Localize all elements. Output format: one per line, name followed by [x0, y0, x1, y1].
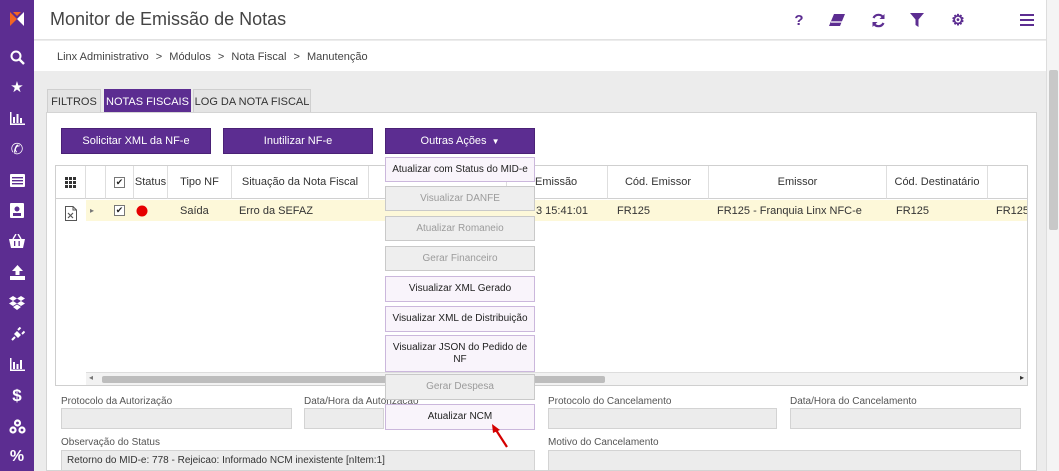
- cell-situacao: Erro da SEFAZ: [239, 204, 313, 217]
- basket-icon[interactable]: [0, 230, 34, 252]
- row-checkbox[interactable]: ✔: [114, 205, 125, 216]
- list-icon[interactable]: [0, 169, 34, 191]
- caret-down-icon: ▼: [491, 136, 500, 146]
- breadcrumb-item[interactable]: Linx Administrativo: [57, 51, 149, 63]
- notas-grid: ✔ Status Tipo NF Situação da Nota Fiscal…: [55, 165, 1028, 386]
- plug-icon[interactable]: [0, 323, 34, 345]
- protocolo-cancelamento-field[interactable]: [548, 408, 777, 429]
- scroll-right-icon[interactable]: ▸: [1020, 373, 1024, 382]
- left-nav-rail: ★ ✆ $ %: [0, 0, 34, 471]
- column-header-cod-destinatario[interactable]: Cód. Destinatário: [887, 166, 988, 199]
- protocolo-autorizacao-label: Protocolo da Autorização: [61, 396, 173, 407]
- upload-icon[interactable]: [0, 261, 34, 283]
- menu-item-atualizar-ncm[interactable]: Atualizar NCM: [385, 404, 535, 430]
- column-header-tipo-nf[interactable]: Tipo NF: [168, 166, 232, 199]
- data-autorizacao-field[interactable]: [304, 408, 384, 429]
- outras-acoes-label: Outras Ações: [420, 135, 487, 147]
- grid-horizontal-scrollbar[interactable]: ◂ ▸: [86, 372, 1027, 385]
- percent-icon[interactable]: %: [0, 446, 34, 468]
- cell-cod-emissor: FR125: [617, 204, 651, 217]
- page-title: Monitor de Emissão de Notas: [50, 9, 287, 29]
- chart-icon[interactable]: [0, 353, 34, 375]
- dollar-icon[interactable]: $: [0, 384, 34, 406]
- row-select-cell: ✔: [114, 200, 125, 221]
- breadcrumb: Linx Administrativo > Módulos > Nota Fis…: [34, 41, 1046, 71]
- gear-icon[interactable]: ⚙: [945, 8, 971, 32]
- star-icon[interactable]: ★: [0, 76, 34, 98]
- hamburger-menu-icon[interactable]: [1014, 8, 1040, 32]
- contact-card-icon[interactable]: [0, 199, 34, 221]
- breadcrumb-separator: >: [217, 51, 225, 63]
- menu-item-atualizar-status[interactable]: Atualizar com Status do MID-e: [385, 157, 535, 182]
- refresh-icon[interactable]: [865, 8, 891, 32]
- search-icon[interactable]: [0, 46, 34, 68]
- select-all-checkbox[interactable]: ✔: [114, 176, 125, 188]
- menu-item-visualizar-xml-gerado[interactable]: Visualizar XML Gerado: [385, 276, 535, 302]
- protocolo-autorizacao-field[interactable]: [61, 408, 292, 429]
- eraser-icon[interactable]: [824, 8, 850, 32]
- pointer-arrow-icon: [492, 424, 508, 448]
- logo-icon[interactable]: [0, 6, 34, 32]
- outras-acoes-button[interactable]: Outras Ações ▼: [385, 128, 535, 154]
- page-header: Monitor de Emissão de Notas ? ⚙: [34, 0, 1046, 40]
- breadcrumb-item[interactable]: Módulos: [169, 51, 211, 63]
- app-window: ★ ✆ $ % Monitor de Emissão de Notas ? ⚙ …: [0, 0, 1059, 471]
- cell-tipo-nf: Saída: [180, 204, 209, 217]
- tab-notas-fiscais[interactable]: NOTAS FISCAIS: [104, 89, 191, 113]
- dropbox-icon[interactable]: [0, 292, 34, 314]
- help-icon[interactable]: ?: [786, 8, 812, 32]
- scroll-left-icon[interactable]: ◂: [89, 373, 93, 382]
- select-all-header: ✔: [106, 166, 134, 199]
- menu-item-gerar-financeiro[interactable]: Gerar Financeiro: [385, 246, 535, 271]
- page-scrollbar[interactable]: [1046, 0, 1059, 471]
- observacao-status-label: Observação do Status: [61, 437, 160, 448]
- bar-chart-icon[interactable]: [0, 107, 34, 129]
- breadcrumb-item[interactable]: Manutenção: [307, 51, 368, 63]
- column-header-situacao[interactable]: Situação da Nota Fiscal: [232, 166, 369, 199]
- menu-item-atualizar-romaneio[interactable]: Atualizar Romaneio: [385, 216, 535, 241]
- breadcrumb-separator: >: [293, 51, 300, 63]
- protocolo-cancelamento-label: Protocolo do Cancelamento: [548, 396, 672, 407]
- data-cancelamento-field[interactable]: [790, 408, 1021, 429]
- menu-item-visualizar-json-pedido[interactable]: Visualizar JSON do Pedido de NF: [385, 335, 535, 372]
- cell-next-column: FR125 -: [996, 204, 1028, 217]
- cell-cod-destinatario: FR125: [896, 204, 930, 217]
- expand-column-header: [86, 166, 106, 199]
- inutilizar-nfe-button[interactable]: Inutilizar NF-e: [223, 128, 373, 154]
- status-dot-icon: [136, 200, 148, 221]
- column-header-cod-emissor[interactable]: Cód. Emissor: [608, 166, 709, 199]
- tab-log-nota-fiscal[interactable]: LOG DA NOTA FISCAL: [193, 89, 311, 113]
- breadcrumb-separator: >: [155, 51, 163, 63]
- column-header-emissor[interactable]: Emissor: [709, 166, 887, 199]
- menu-item-gerar-despesa[interactable]: Gerar Despesa: [385, 374, 535, 400]
- column-header-status[interactable]: Status: [134, 166, 168, 199]
- tab-filtros[interactable]: FILTROS: [47, 89, 101, 113]
- scrollbar-thumb[interactable]: [1049, 70, 1058, 230]
- solicitar-xml-button[interactable]: Solicitar XML da NF-e: [61, 128, 211, 154]
- menu-item-visualizar-danfe[interactable]: Visualizar DANFE: [385, 186, 535, 211]
- menu-item-visualizar-xml-distribuicao[interactable]: Visualizar XML de Distribuição: [385, 306, 535, 332]
- outras-acoes-menu: Atualizar com Status do MID-e Visualizar…: [384, 154, 536, 434]
- motivo-cancelamento-field[interactable]: [548, 450, 1021, 471]
- data-cancelamento-label: Data/Hora do Cancelamento: [790, 396, 917, 407]
- observacao-status-field[interactable]: Retorno do MID-e: 778 - Rejeicao: Inform…: [61, 450, 535, 471]
- boxes-icon[interactable]: [0, 415, 34, 437]
- phone-icon[interactable]: ✆: [0, 138, 34, 160]
- row-expand-icon[interactable]: ▸: [90, 200, 94, 221]
- column-chooser-icon[interactable]: [56, 166, 86, 199]
- help-glyph: ?: [794, 11, 804, 29]
- column-header-next: [988, 166, 1027, 199]
- motivo-cancelamento-label: Motivo do Cancelamento: [548, 437, 659, 448]
- breadcrumb-item[interactable]: Nota Fiscal: [231, 51, 286, 63]
- cell-emissor: FR125 - Franquia Linx NFC-e: [717, 204, 862, 217]
- filter-icon[interactable]: [904, 8, 930, 32]
- xml-file-icon[interactable]: [65, 204, 77, 222]
- cell-emissao: 3 15:41:01: [536, 204, 588, 217]
